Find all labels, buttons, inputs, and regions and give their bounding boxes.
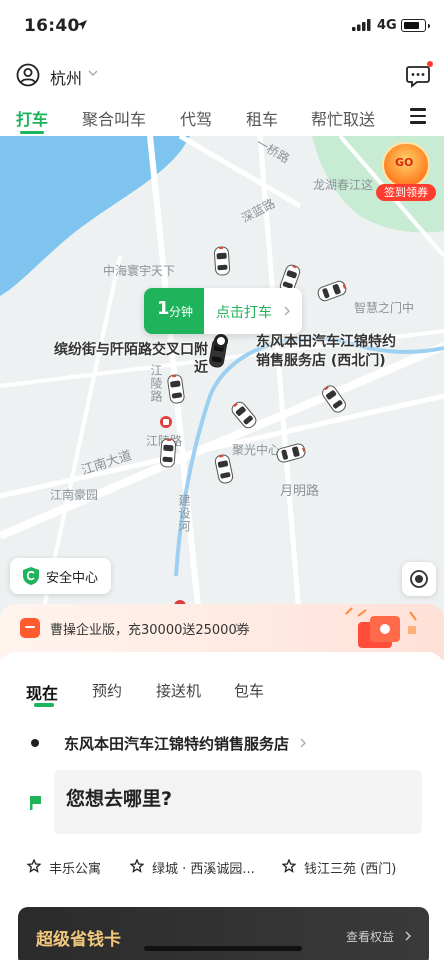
map-poi-label: 聚光中心 bbox=[232, 443, 281, 457]
call-car-button[interactable]: 点击打车 bbox=[216, 302, 272, 322]
saver-card[interactable]: 超级省钱卡 查看权益 bbox=[18, 907, 429, 960]
safety-center-label: 安全中心 bbox=[46, 571, 99, 586]
origin-dot-icon bbox=[31, 739, 39, 747]
chevron-right-icon bbox=[235, 623, 241, 633]
service-tabs: 打车 聚合叫车 代驾 租车 帮忙取送 bbox=[0, 98, 444, 136]
destination-input[interactable] bbox=[66, 788, 366, 810]
chevron-right-icon bbox=[300, 738, 306, 748]
map-road-label: 建设河 bbox=[177, 494, 191, 533]
star-icon bbox=[130, 859, 144, 873]
map-poi-label: 江南豪园 bbox=[50, 488, 99, 502]
notification-dot bbox=[427, 61, 433, 67]
eta-badge: 1 分钟 bbox=[144, 288, 204, 334]
map-poi-label: 龙湖春江这 bbox=[313, 178, 374, 192]
shield-icon bbox=[23, 567, 39, 585]
origin-field[interactable]: 东风本田汽车江锦特约销售服务店 bbox=[64, 733, 289, 754]
eta-bubble[interactable]: 1 分钟 点击打车 bbox=[144, 288, 302, 334]
pickup-pin bbox=[214, 334, 228, 348]
network-type: 4G bbox=[377, 18, 397, 33]
map-road-label: 月明路 bbox=[280, 484, 320, 499]
home-indicator bbox=[144, 946, 302, 951]
destination-label-line1: 东风本田汽车江锦特约 bbox=[256, 334, 396, 350]
tab-designated-driver[interactable]: 代驾 bbox=[180, 106, 212, 130]
mode-tab-airport[interactable]: 接送机 bbox=[156, 680, 201, 701]
profile-icon[interactable] bbox=[16, 63, 40, 87]
check-in-coupon-badge[interactable]: GO 签到领券 bbox=[376, 142, 436, 202]
status-time: 16:40 bbox=[24, 16, 80, 36]
location-arrow-icon bbox=[77, 20, 87, 30]
star-icon bbox=[282, 859, 296, 873]
map-poi-label: 中海寰宇天下 bbox=[103, 264, 176, 278]
destination-label-line2: 销售服务店 (西北门) bbox=[256, 353, 386, 369]
cellular-signal-icon bbox=[352, 19, 371, 31]
favorite-place-label: 绿城 · 西溪诚园... bbox=[152, 862, 255, 877]
menu-icon[interactable] bbox=[410, 108, 426, 124]
tab-taxi[interactable]: 打车 bbox=[16, 106, 48, 130]
check-in-coupon-label: 签到领券 bbox=[376, 184, 436, 201]
favorite-place-label: 钱江三苑 (西门) bbox=[304, 862, 397, 877]
chevron-right-icon bbox=[405, 931, 411, 941]
booking-sheet: 现在 预约 接送机 包车 东风本田汽车江锦特约销售服务店 丰乐公寓 绿城 · 西… bbox=[0, 652, 444, 960]
eta-unit: 分钟 bbox=[169, 305, 194, 319]
star-icon bbox=[27, 859, 41, 873]
coupon-icon bbox=[20, 618, 40, 638]
tab-aggregated[interactable]: 聚合叫车 bbox=[82, 106, 146, 130]
mode-tab-charter[interactable]: 包车 bbox=[234, 680, 264, 701]
map-base bbox=[0, 136, 444, 626]
destination-flag-icon bbox=[30, 796, 41, 810]
nearby-car-icon bbox=[159, 438, 177, 468]
saver-card-title: 超级省钱卡 bbox=[36, 930, 121, 950]
locate-icon bbox=[410, 570, 428, 588]
mode-active-indicator bbox=[34, 703, 54, 707]
chevron-down-icon bbox=[88, 70, 98, 76]
battery-icon bbox=[401, 19, 430, 32]
favorite-place-label: 丰乐公寓 bbox=[49, 862, 102, 877]
destination-box[interactable] bbox=[54, 770, 422, 834]
pickup-location-label: 缤纷街与阡陌路交叉口附近 bbox=[54, 342, 208, 376]
chevron-right-icon bbox=[284, 306, 290, 316]
tab-car-rental[interactable]: 租车 bbox=[246, 106, 278, 130]
view-benefits-link[interactable]: 查看权益 bbox=[346, 928, 394, 945]
locate-button[interactable] bbox=[402, 562, 436, 596]
nearby-car-icon bbox=[213, 246, 231, 276]
map-poi-label: 智慧之门中 bbox=[354, 301, 415, 315]
map-view[interactable]: 一桥路 龙湖春江这 深蓝路 中海寰宇天下 智慧之门中 江陵路 江陵路 江南大道 … bbox=[0, 136, 444, 626]
city-selector[interactable]: 杭州 bbox=[50, 65, 82, 89]
mode-tab-reserve[interactable]: 预约 bbox=[92, 680, 122, 701]
eta-minutes: 1 bbox=[157, 298, 170, 319]
safety-center-button[interactable]: 安全中心 bbox=[10, 558, 111, 594]
header: 杭州 bbox=[0, 54, 444, 98]
tab-active-indicator bbox=[20, 131, 44, 134]
enterprise-promo-text: 曹操企业版，充30000送25000券 bbox=[50, 623, 250, 638]
status-bar: 16:40 4G bbox=[0, 0, 444, 54]
mode-tab-now[interactable]: 现在 bbox=[26, 680, 58, 704]
gift-icon bbox=[345, 607, 417, 648]
promo-go-text: GO bbox=[395, 156, 414, 169]
tab-delivery[interactable]: 帮忙取送 bbox=[311, 106, 375, 130]
